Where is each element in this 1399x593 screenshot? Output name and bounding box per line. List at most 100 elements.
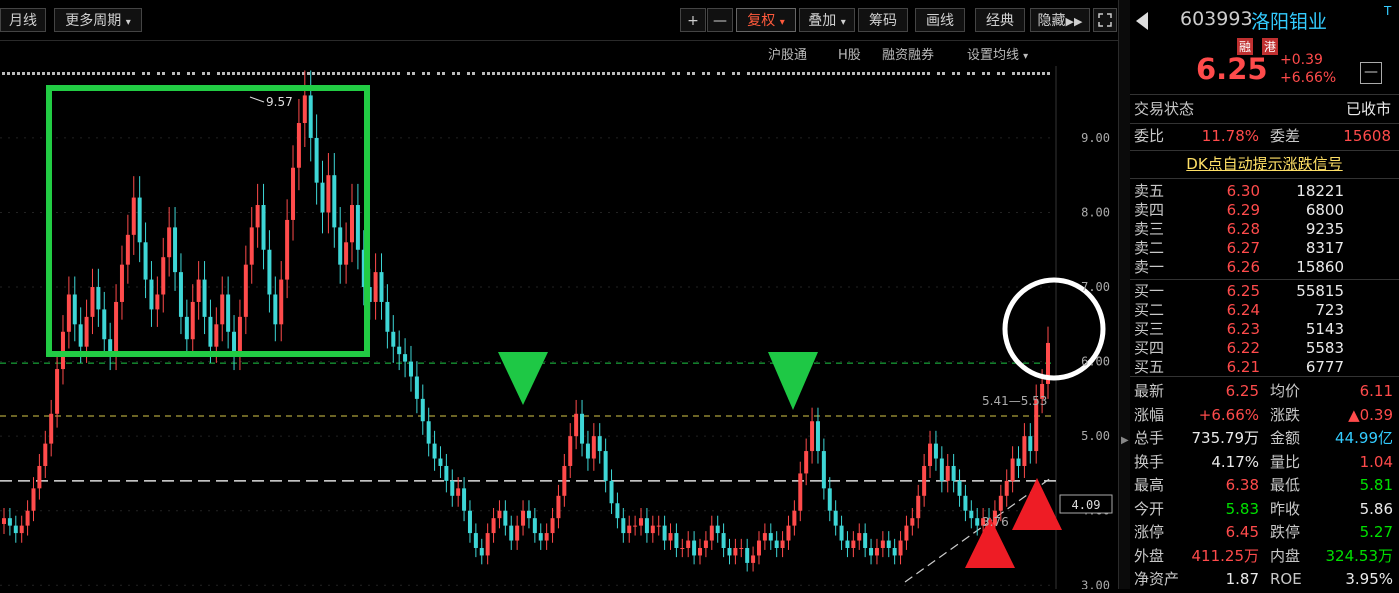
- strip-dot: [412, 72, 415, 75]
- candle-body: [1010, 458, 1015, 481]
- candle-body: [261, 205, 266, 250]
- candle-body: [444, 465, 449, 481]
- fuquan-dropdown[interactable]: 复权 ▾: [736, 8, 796, 32]
- strip-dot: [882, 72, 885, 75]
- hide-button[interactable]: 隐藏▶▶: [1030, 8, 1090, 32]
- trade-status-label: 交易状态: [1134, 100, 1195, 118]
- stat-value: +6.66%: [1198, 405, 1259, 424]
- strip-dot: [497, 72, 500, 75]
- strip-dot: [602, 72, 605, 75]
- kline-chart-svg: 9.57 5.41—5.53 3.76 9.00 8.00 7.00 6.00 5.00 4.…: [0, 66, 1113, 592]
- strip-dot: [67, 72, 70, 75]
- bid-row: 买二 6.24 723: [1130, 300, 1399, 320]
- ma-setting-dropdown[interactable]: 设置均线 ▾: [967, 44, 1028, 63]
- strip-dot: [337, 72, 340, 75]
- chips-button[interactable]: 筹码: [858, 8, 908, 32]
- strip-dot: [887, 72, 890, 75]
- stat-value: 6.11: [1359, 382, 1393, 400]
- candle-body: [739, 547, 744, 549]
- strip-dot: [672, 72, 675, 75]
- strip-dot: [282, 72, 285, 75]
- stat-row: 最高 6.38 最低 5.81: [1130, 475, 1399, 495]
- candle-body: [190, 301, 195, 340]
- strip-dot: [952, 72, 955, 75]
- ask-level-label: 卖一: [1134, 258, 1165, 276]
- bid-price: 6.25: [1226, 282, 1260, 300]
- strip-dot: [892, 72, 895, 75]
- candle-body: [149, 279, 154, 310]
- period-month-button[interactable]: 月线: [0, 8, 46, 32]
- zoom-out-button[interactable]: —: [707, 8, 733, 32]
- strip-dot: [192, 72, 195, 75]
- strip-dot: [772, 72, 775, 75]
- prev-stock-icon[interactable]: [1130, 6, 1156, 36]
- strip-dot: [732, 72, 735, 75]
- candle-body: [751, 555, 756, 563]
- y-tick-label: 9.00: [1081, 131, 1110, 145]
- hshare-link[interactable]: H股: [838, 44, 861, 63]
- candle-body: [639, 518, 644, 526]
- candle-body: [155, 294, 160, 310]
- strip-dot: [722, 72, 725, 75]
- classic-button[interactable]: 经典: [975, 8, 1025, 32]
- candle-body: [562, 465, 567, 496]
- kline-chart[interactable]: 9.57 5.41—5.53 3.76 9.00 8.00 7.00 6.00 5.00 4.…: [0, 66, 1120, 592]
- candle-body: [391, 331, 396, 347]
- stat-label: 最低: [1270, 476, 1301, 494]
- strip-dot: [522, 72, 525, 75]
- candle-body: [167, 227, 172, 258]
- collapse-panel-button[interactable]: —: [1360, 62, 1382, 84]
- candle-body: [291, 167, 296, 220]
- more-periods-dropdown[interactable]: 更多周期 ▾: [54, 8, 142, 32]
- chips-label: 筹码: [869, 13, 897, 29]
- strip-dot: [1047, 72, 1050, 75]
- candle-body: [538, 533, 543, 541]
- overlay-dropdown[interactable]: 叠加 ▾: [799, 8, 855, 32]
- strip-dot: [172, 72, 175, 75]
- strip-dot: [902, 72, 905, 75]
- strip-dot: [257, 72, 260, 75]
- stat-label: 均价: [1270, 382, 1301, 400]
- candle-body: [585, 443, 590, 459]
- strip-dot: [17, 72, 20, 75]
- strip-dot: [327, 72, 330, 75]
- stat-label: 净资产: [1134, 570, 1180, 588]
- bid-level-label: 买三: [1134, 320, 1165, 338]
- draw-line-button[interactable]: 画线: [915, 8, 965, 32]
- candle-body: [332, 175, 337, 228]
- candle-body: [214, 324, 219, 347]
- strip-dot: [847, 72, 850, 75]
- fuquan-label: 复权: [747, 13, 776, 29]
- last-price: 6.25: [1196, 52, 1268, 86]
- candle-body: [84, 316, 89, 347]
- zoom-in-button[interactable]: +: [680, 8, 706, 32]
- strip-dot: [322, 72, 325, 75]
- candle-body: [615, 503, 620, 519]
- dk-signal-link[interactable]: DK点自动提示涨跌信号: [1130, 152, 1399, 176]
- hgt-link[interactable]: 沪股通: [768, 44, 807, 63]
- candle-body: [574, 413, 579, 437]
- strip-dot: [867, 72, 870, 75]
- candle-body: [509, 525, 514, 541]
- margin-link[interactable]: 融资融券: [882, 44, 934, 63]
- strip-dot: [422, 72, 425, 75]
- fullscreen-button[interactable]: [1093, 8, 1117, 32]
- candle-body: [1028, 436, 1033, 452]
- strip-dot: [287, 72, 290, 75]
- strip-dot: [222, 72, 225, 75]
- strip-dot: [587, 72, 590, 75]
- strip-dot: [542, 72, 545, 75]
- strip-dot: [317, 72, 320, 75]
- bid-price: 6.24: [1226, 301, 1260, 319]
- candle-body: [420, 398, 425, 422]
- candle-body: [521, 510, 526, 526]
- ask-volume: 9235: [1305, 220, 1344, 238]
- stat-label: 最高: [1134, 476, 1165, 494]
- bid-price: 6.22: [1226, 339, 1260, 357]
- candle-body: [910, 518, 915, 526]
- candle-body: [945, 465, 950, 481]
- strip-dot: [1017, 72, 1020, 75]
- strip-dot: [457, 72, 460, 75]
- strip-dot: [627, 72, 630, 75]
- candle-body: [426, 421, 431, 444]
